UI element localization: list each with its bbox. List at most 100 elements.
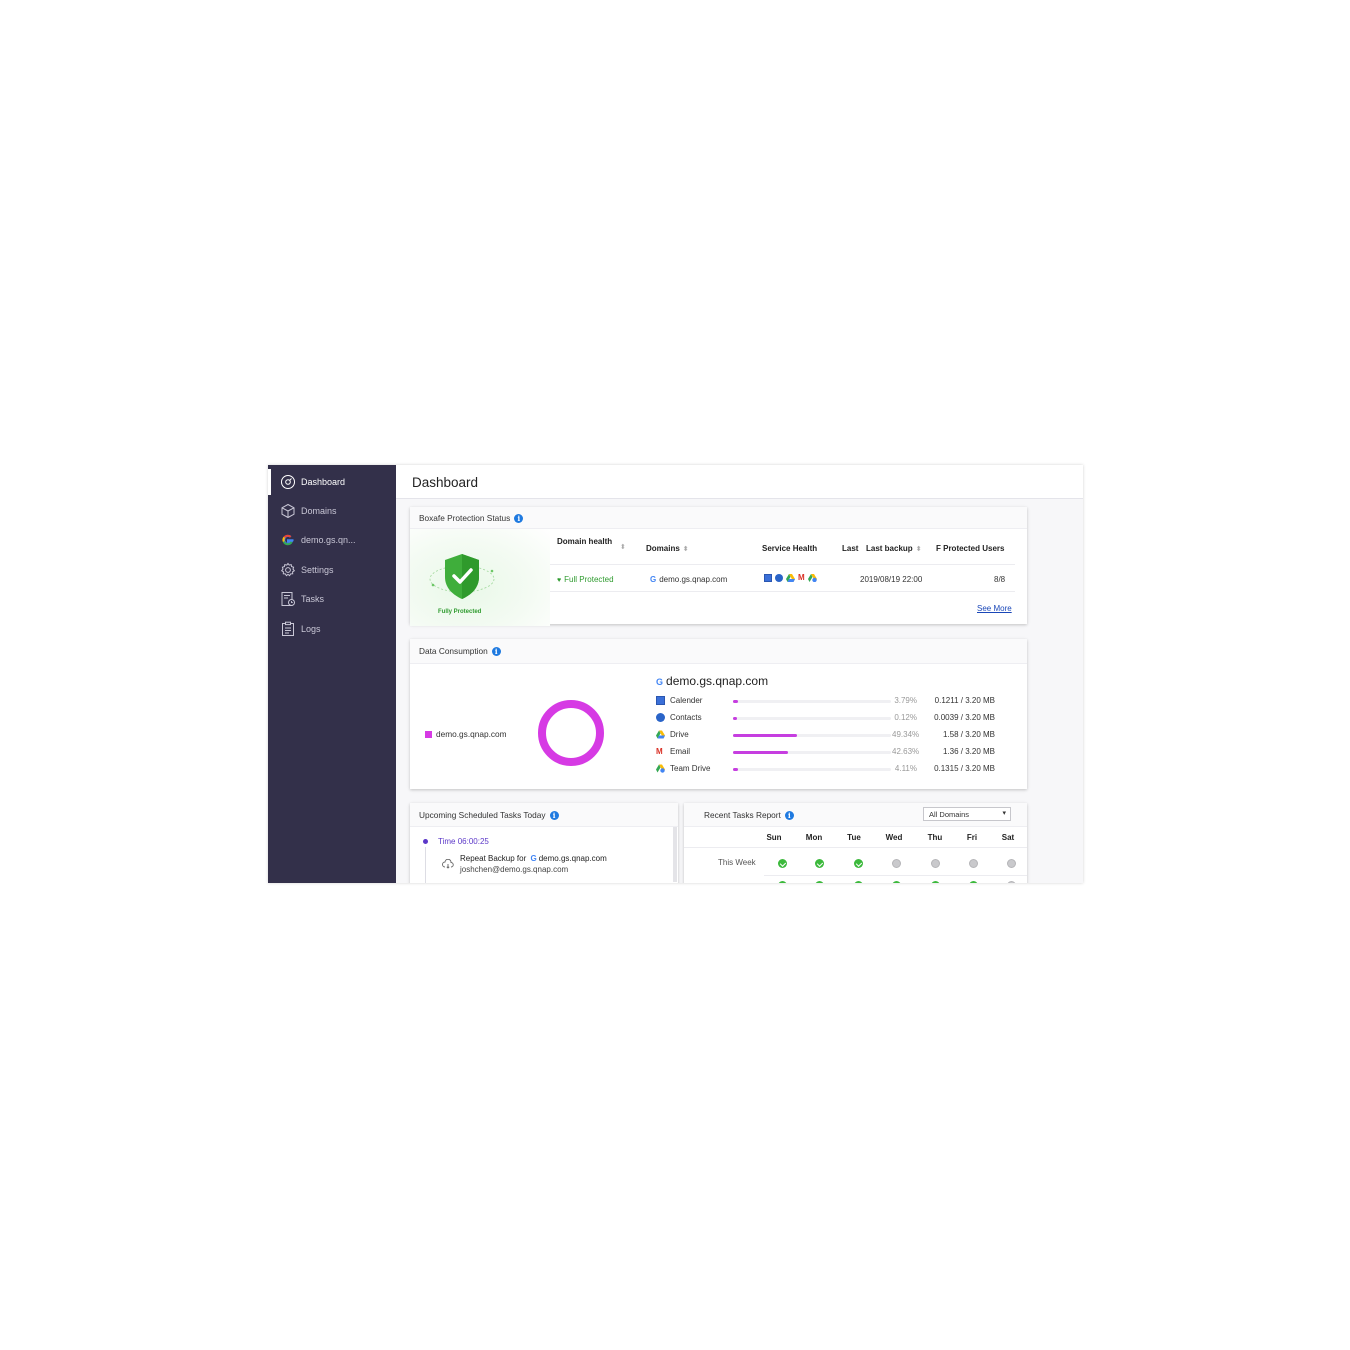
donut-chart [538,700,604,766]
sidebar-item-domain-demo[interactable]: demo.gs.qn... [268,527,396,553]
usage-size: 1.36 / 3.20 MB [942,747,995,756]
column-service-health[interactable]: Service Health [762,544,817,553]
recent-tasks-card: Recent Tasks Report i All Domains ▾ Sun M… [684,803,1027,883]
usage-fill [733,700,738,703]
usage-percent: 4.11% [894,764,917,773]
dashboard-icon [280,474,296,490]
heart-icon: ♥ [557,577,562,584]
status-ok-icon[interactable] [892,881,901,883]
status-ok-icon[interactable] [778,859,787,868]
status-ok-icon[interactable] [854,881,863,883]
service-name: Contacts [670,713,702,722]
sort-icon[interactable]: ⬍ [683,545,689,553]
status-ok-icon[interactable] [815,859,824,868]
card-title: Boxafe Protection Status [419,513,511,523]
page-header: Dashboard [396,465,1083,499]
usage-size: 1.58 / 3.20 MB [942,730,995,739]
team-drive-icon [656,764,665,773]
divider [684,847,1027,848]
last-backup-value: 2019/08/19 22:00 [860,575,923,584]
sidebar-item-settings[interactable]: Settings [268,557,396,583]
day-header: Wed [885,833,903,842]
status-ok-icon[interactable] [854,859,863,868]
clipboard-icon [280,621,296,637]
google-icon: G [656,677,664,687]
day-header: Tue [847,833,861,842]
status-none-icon[interactable] [1007,881,1016,883]
select-value: All Domains [929,810,970,819]
chevron-down-icon: ▾ [1002,810,1006,817]
sidebar: Dashboard Domains demo.gs.qn... Settings… [268,465,396,883]
sidebar-item-label: Domains [301,506,337,516]
status-none-icon[interactable] [969,859,978,868]
status-ok-icon[interactable] [778,881,787,883]
sidebar-item-tasks[interactable]: Tasks [268,586,396,612]
column-last[interactable]: Last [842,544,858,553]
tasks-icon [280,591,296,607]
usage-percent: 49.34% [892,730,920,739]
shield-label: Fully Protected [438,609,482,615]
card-title: Data Consumption [419,646,488,656]
contacts-icon [656,713,665,722]
usage-bar [733,734,891,737]
column-domains[interactable]: Domains ⬍ [646,544,689,553]
gear-icon [280,562,296,578]
status-ok-icon[interactable] [815,881,824,883]
drive-icon [786,574,795,582]
timeline-dot [423,839,428,844]
day-header: Thu [927,833,943,842]
info-icon[interactable]: i [549,811,559,821]
info-icon[interactable]: i [514,514,524,524]
column-last-backup[interactable]: Last backup ⬍ [866,544,922,553]
shield-icon [429,554,495,599]
status-none-icon[interactable] [1007,859,1016,868]
sidebar-item-label: Dashboard [301,477,346,487]
sidebar-item-label: Logs [301,624,321,634]
card-title: Upcoming Scheduled Tasks Today [419,810,546,820]
see-more-link[interactable]: See More [977,604,1012,613]
service-name: Drive [670,730,689,739]
column-domain-health[interactable]: Domain health [557,536,617,548]
app-window: Dashboard Domains demo.gs.qn... Settings… [268,465,1083,883]
cube-icon [280,503,296,519]
domain-value[interactable]: Gdemo.gs.qnap.com [650,575,727,584]
service-row-team-drive: Team Drive 4.11% 0.1315 / 3.20 MB [656,763,1006,777]
legend-label: demo.gs.qnap.com [436,729,507,739]
sidebar-item-label: Tasks [301,594,325,604]
status-none-icon[interactable] [931,859,940,868]
usage-fill [733,717,737,720]
sort-icon[interactable]: ⬍ [916,545,922,553]
sort-icon[interactable]: ⬍ [620,543,626,551]
day-header: Mon [805,833,823,842]
column-protected-users[interactable]: F Protected Users [936,544,1004,553]
usage-percent: 42.63% [892,747,920,756]
domain-filter-select[interactable]: All Domains ▾ [923,807,1011,821]
info-icon[interactable]: i [491,647,501,657]
day-header: Fri [966,833,978,842]
sidebar-item-dashboard[interactable]: Dashboard [268,469,396,495]
usage-size: 0.1315 / 3.20 MB [934,764,995,773]
task-description[interactable]: Repeat Backup for Gdemo.gs.qnap.com [460,854,607,863]
info-icon[interactable]: i [784,811,794,821]
sidebar-item-logs[interactable]: Logs [268,616,396,642]
service-name: Email [670,747,691,756]
data-consumption-card: Data Consumption i demo.gs.qnap.com Gdemo… [410,639,1027,789]
status-ok-icon[interactable] [969,881,978,883]
status-none-icon[interactable] [892,859,901,868]
service-row-drive: Drive 49.34% 1.58 / 3.20 MB [656,729,1006,743]
sidebar-item-label: Settings [301,565,334,575]
scrollbar[interactable] [673,827,677,882]
google-icon: G [650,575,657,584]
gmail-icon: M [798,573,805,582]
service-name: Calender [670,696,703,705]
sidebar-item-domains[interactable]: Domains [268,498,396,524]
status-ok-icon[interactable] [931,881,940,883]
day-header: Sat [1001,833,1015,842]
row-label: This Week [718,858,756,867]
usage-size: 0.0039 / 3.20 MB [934,713,995,722]
calendar-icon [764,574,772,582]
page-title: Dashboard [412,475,479,490]
timeline-line [425,847,426,883]
protection-status-card: Boxafe Protection Status i Fully Protecte… [410,507,1027,626]
protection-status-header: Boxafe Protection Status i [410,507,1027,529]
